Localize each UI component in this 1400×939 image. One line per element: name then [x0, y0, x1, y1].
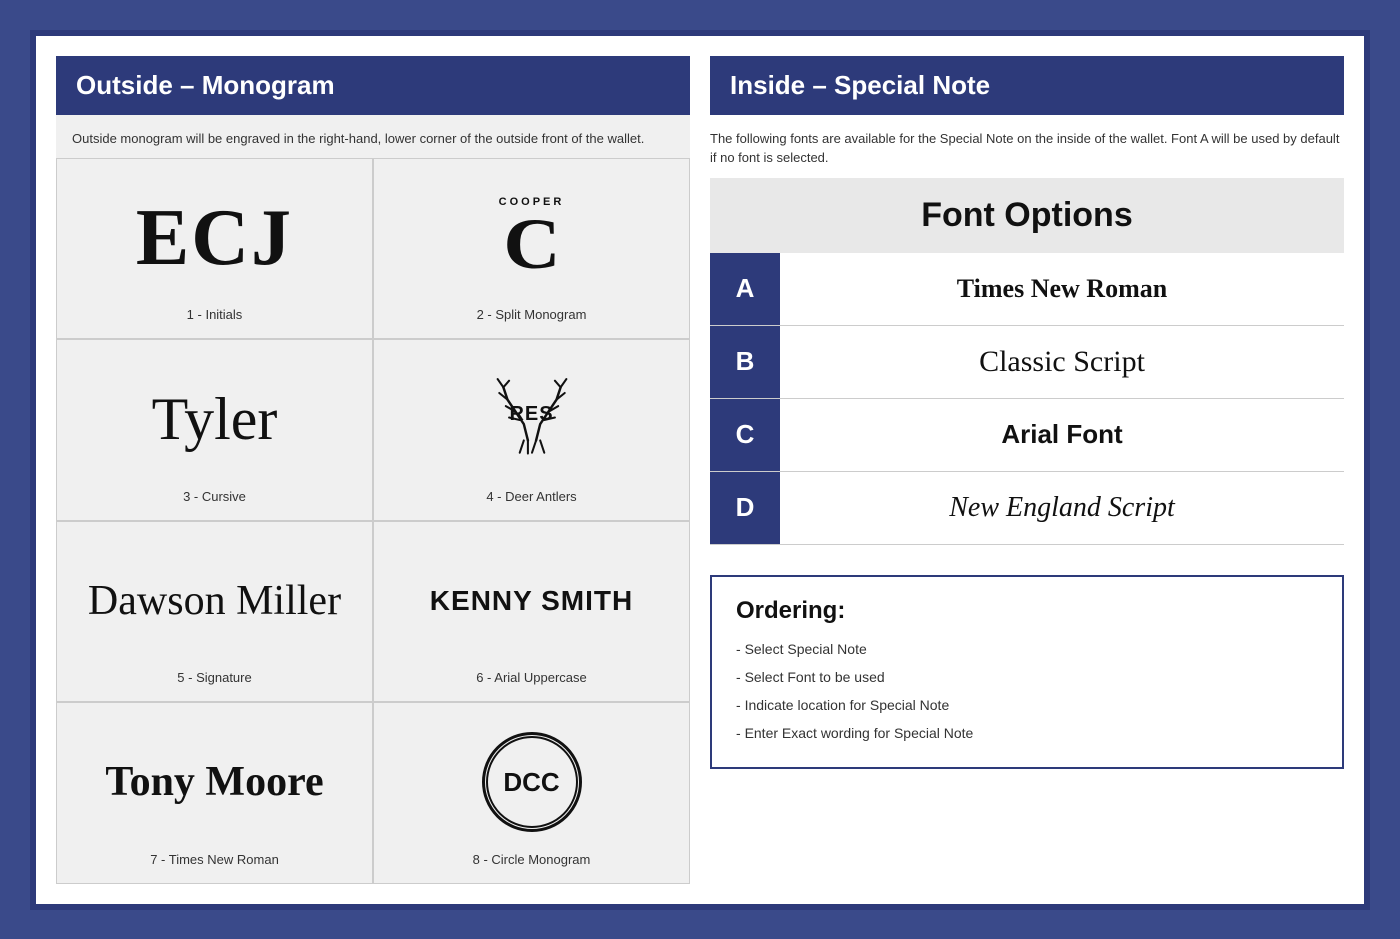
ordering-list: Select Special Note Select Font to be us…: [736, 635, 1318, 747]
font-row-b: B Classic Script: [710, 326, 1344, 399]
monogram-display-3: Tyler: [152, 360, 278, 478]
monogram-cell-7: Tony Moore 7 - Times New Roman: [56, 702, 373, 883]
monogram-display-5: Dawson Miller: [88, 542, 341, 660]
right-panel: Inside – Special Note The following font…: [710, 56, 1344, 884]
circle-monogram-text: DCC: [503, 767, 559, 798]
monogram-label-8: 8 - Circle Monogram: [473, 852, 591, 867]
cursive-text: Tyler: [152, 385, 278, 454]
monogram-cell-6: KENNY SMITH 6 - Arial Uppercase: [373, 521, 690, 702]
ordering-title: Ordering:: [736, 597, 1318, 625]
font-letter-c: C: [710, 399, 780, 471]
arial-upper-text: KENNY SMITH: [430, 585, 633, 617]
monogram-display-1: ECJ: [136, 179, 293, 297]
monogram-cell-8: DCC 8 - Circle Monogram: [373, 702, 690, 883]
monogram-display-2: COOPER C: [499, 179, 565, 297]
antlers-initials: RES: [509, 403, 553, 426]
times-text: Tony Moore: [105, 758, 323, 806]
monogram-cell-1: ECJ 1 - Initials: [56, 158, 373, 339]
monogram-label-1: 1 - Initials: [187, 307, 243, 322]
right-panel-header: Inside – Special Note: [710, 56, 1344, 115]
left-panel: Outside – Monogram Outside monogram will…: [56, 56, 690, 884]
monogram-display-8: DCC: [482, 723, 582, 841]
monogram-cell-5: Dawson Miller 5 - Signature: [56, 521, 373, 702]
ordering-item-4: Enter Exact wording for Special Note: [736, 719, 1318, 747]
monogram-label-7: 7 - Times New Roman: [150, 852, 279, 867]
font-options-header: Font Options: [710, 178, 1344, 253]
monogram-label-4: 4 - Deer Antlers: [486, 489, 576, 504]
circle-monogram: DCC: [482, 732, 582, 832]
font-row-c: C Arial Font: [710, 399, 1344, 472]
ordering-item-1: Select Special Note: [736, 635, 1318, 663]
split-big: C: [506, 208, 558, 280]
monogram-label-3: 3 - Cursive: [183, 489, 246, 504]
antlers-container: RES: [482, 375, 582, 465]
signature-text: Dawson Miller: [88, 577, 341, 625]
ordering-item-2: Select Font to be used: [736, 663, 1318, 691]
font-name-d: New England Script: [780, 472, 1344, 544]
font-letter-a: A: [710, 253, 780, 325]
font-row-a: A Times New Roman: [710, 253, 1344, 326]
left-panel-description: Outside monogram will be engraved in the…: [56, 115, 690, 159]
font-name-c: Arial Font: [780, 399, 1344, 471]
monogram-label-6: 6 - Arial Uppercase: [476, 670, 587, 685]
main-container: Outside – Monogram Outside monogram will…: [30, 30, 1370, 910]
split-monogram: COOPER C: [499, 196, 565, 280]
font-row-d: D New England Script: [710, 472, 1344, 545]
right-panel-description: The following fonts are available for th…: [710, 115, 1344, 178]
monogram-cell-2: COOPER C 2 - Split Monogram: [373, 158, 690, 339]
initials-text: ECJ: [136, 193, 293, 284]
monogram-display-7: Tony Moore: [105, 723, 323, 841]
monogram-cell-4: RES 4 - Deer Antlers: [373, 339, 690, 520]
font-letter-b: B: [710, 326, 780, 398]
font-name-a: Times New Roman: [780, 253, 1344, 325]
font-letter-d: D: [710, 472, 780, 544]
ordering-item-3: Indicate location for Special Note: [736, 691, 1318, 719]
monogram-label-5: 5 - Signature: [177, 670, 251, 685]
monogram-display-4: RES: [482, 360, 582, 478]
ordering-box: Ordering: Select Special Note Select Fon…: [710, 575, 1344, 769]
font-options-list: A Times New Roman B Classic Script C Ari…: [710, 253, 1344, 545]
monogram-label-2: 2 - Split Monogram: [477, 307, 587, 322]
left-panel-header: Outside – Monogram: [56, 56, 690, 115]
monogram-cell-3: Tyler 3 - Cursive: [56, 339, 373, 520]
monogram-display-6: KENNY SMITH: [430, 542, 633, 660]
monogram-grid: ECJ 1 - Initials COOPER C 2 - Split Mono…: [56, 158, 690, 884]
font-name-b: Classic Script: [780, 326, 1344, 398]
split-big-c: C: [503, 208, 560, 280]
